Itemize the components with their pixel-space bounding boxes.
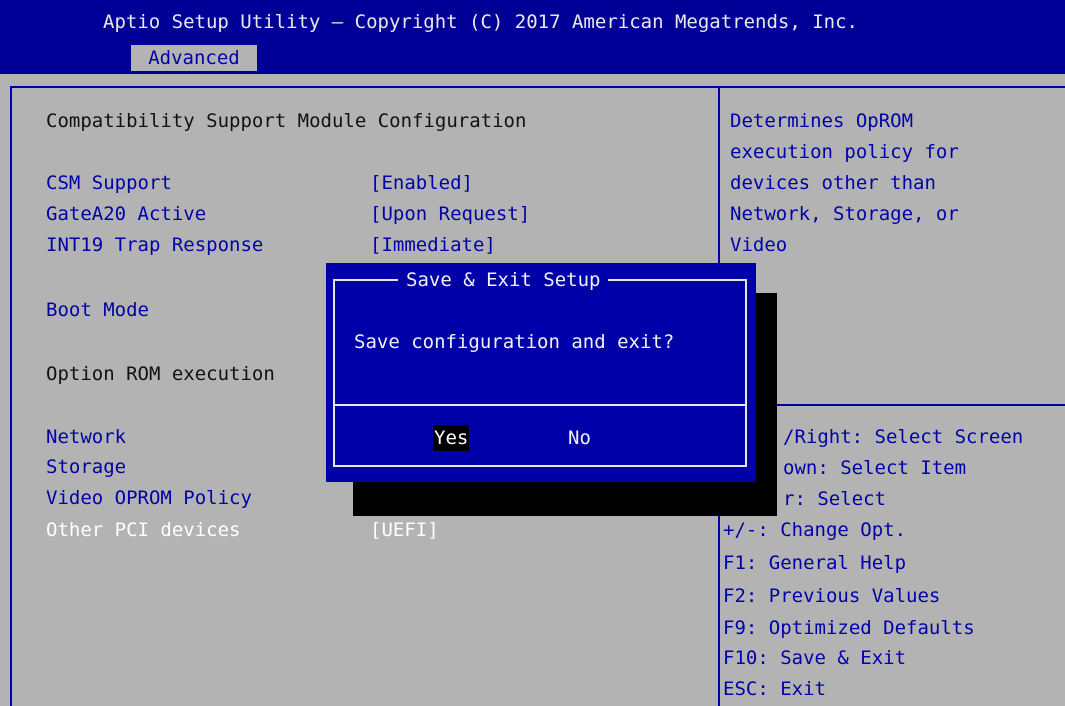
storage-label[interactable]: Storage xyxy=(46,455,126,479)
save-exit-dialog xyxy=(326,263,756,482)
help-line: devices other than xyxy=(730,172,936,194)
key-hint-select-item: own: Select Item xyxy=(783,457,967,479)
dialog-title: Save & Exit Setup xyxy=(398,268,609,292)
help-line: Video xyxy=(730,234,788,256)
video-oprom-label[interactable]: Video OPROM Policy xyxy=(46,486,252,510)
dialog-shadow xyxy=(353,480,777,516)
key-hint-previous-values: F2: Previous Values xyxy=(723,585,941,607)
dialog-separator xyxy=(333,404,747,406)
gatea20-value[interactable]: [Upon Request] xyxy=(370,202,530,226)
key-hint-select-screen: /Right: Select Screen xyxy=(783,426,1024,448)
help-line: Network, Storage, or xyxy=(730,203,959,225)
section-title: Compatibility Support Module Configurati… xyxy=(46,110,527,132)
help-line: Determines OpROM xyxy=(730,110,914,132)
gatea20-label[interactable]: GateA20 Active xyxy=(46,202,206,226)
int19-value[interactable]: [Immediate] xyxy=(370,233,496,257)
key-hint-save-exit: F10: Save & Exit xyxy=(723,647,907,669)
boot-mode-label[interactable]: Boot Mode xyxy=(46,298,149,322)
tab-advanced[interactable]: Advanced xyxy=(131,45,257,71)
key-hint-optimized-defaults: F9: Optimized Defaults xyxy=(723,617,975,639)
int19-label[interactable]: INT19 Trap Response xyxy=(46,233,263,257)
frame-top-border xyxy=(10,86,1065,88)
app-title: Aptio Setup Utility – Copyright (C) 2017… xyxy=(103,11,858,33)
help-line: execution policy for xyxy=(730,141,959,163)
key-hint-exit: ESC: Exit xyxy=(723,678,826,700)
network-label[interactable]: Network xyxy=(46,425,126,449)
key-hint-change-opt: +/-: Change Opt. xyxy=(723,519,907,541)
no-button[interactable]: No xyxy=(568,425,591,451)
dialog-message: Save configuration and exit? xyxy=(354,331,675,353)
key-hint-select: r: Select xyxy=(783,488,886,510)
dialog-border-right xyxy=(745,279,747,467)
csm-support-label[interactable]: CSM Support xyxy=(46,171,172,195)
frame-left-border xyxy=(10,86,12,706)
csm-support-value[interactable]: [Enabled] xyxy=(370,171,473,195)
other-pci-value[interactable]: [UEFI] xyxy=(370,518,439,542)
other-pci-label[interactable]: Other PCI devices xyxy=(46,518,240,542)
key-hint-general-help: F1: General Help xyxy=(723,552,907,574)
option-rom-heading: Option ROM execution xyxy=(46,363,275,385)
yes-button[interactable]: Yes xyxy=(433,425,470,451)
dialog-border-left xyxy=(333,279,335,467)
dialog-border-bottom xyxy=(333,465,747,467)
